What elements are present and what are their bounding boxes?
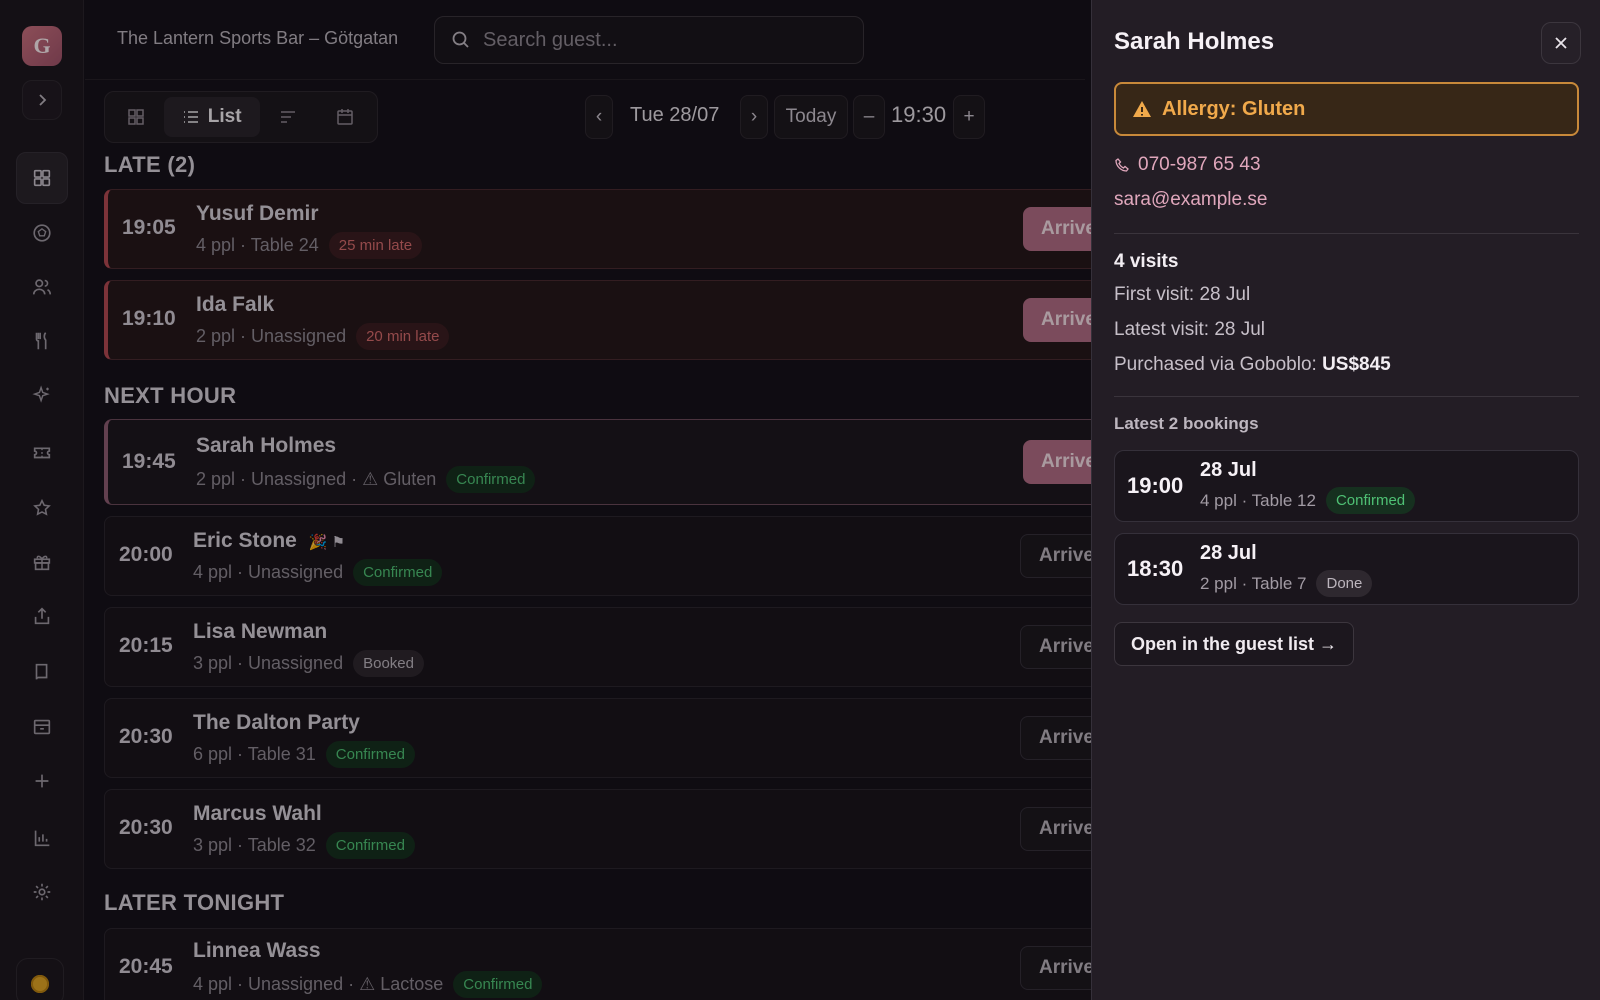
guest-detail-panel: Sarah Holmes Allergy: Gluten 070-987 65 … <box>1091 0 1600 1000</box>
history-time: 19:00 <box>1127 473 1184 498</box>
history-time: 18:30 <box>1127 556 1184 581</box>
divider <box>1114 396 1579 397</box>
allergy-text: Allergy: Gluten <box>1162 97 1306 120</box>
purchase-label: Purchased via Goboblo: <box>1114 354 1317 375</box>
history-date: 28 Jul <box>1200 459 1257 481</box>
history-date: 28 Jul <box>1200 542 1257 564</box>
email-link[interactable]: sara@example.se <box>1114 189 1267 211</box>
first-visit: First visit: 28 Jul <box>1114 284 1251 305</box>
guest-name: Sarah Holmes <box>1114 28 1275 55</box>
purchase-summary: Purchased via Goboblo: US$845 <box>1114 354 1391 376</box>
email-address: sara@example.se <box>1114 189 1268 210</box>
divider <box>1114 233 1579 234</box>
visit-count: 4 visits <box>1114 251 1179 272</box>
purchase-amount: US$845 <box>1322 354 1391 375</box>
phone-icon <box>1115 158 1129 172</box>
history-booking-card[interactable]: 19:00 28 Jul 4 ppl · Table 12 Confirmed <box>1114 450 1579 522</box>
open-guest-list-button[interactable]: Open in the guest list → <box>1114 622 1355 666</box>
latest-visit: Latest visit: 28 Jul <box>1114 319 1266 340</box>
backdrop-overlay[interactable] <box>0 0 1092 1000</box>
history-meta: 2 ppl · Table 7 Done <box>1200 570 1373 597</box>
history-booking-card[interactable]: 18:30 28 Jul 2 ppl · Table 7 Done <box>1114 533 1579 605</box>
history-meta: 4 ppl · Table 12 Confirmed <box>1200 487 1416 514</box>
allergy-alert: Allergy: Gluten <box>1114 82 1579 136</box>
history-details: 4 ppl · Table 12 <box>1200 490 1316 510</box>
close-panel-button[interactable] <box>1541 22 1581 64</box>
status-badge: Done <box>1316 570 1373 597</box>
history-details: 2 ppl · Table 7 <box>1200 573 1307 593</box>
phone-number: 070-987 65 43 <box>1138 154 1261 175</box>
close-icon <box>1555 37 1567 49</box>
warning-icon <box>1133 101 1151 117</box>
phone-link[interactable]: 070-987 65 43 <box>1114 154 1261 176</box>
latest-bookings-title: Latest 2 bookings <box>1114 414 1259 433</box>
status-badge: Confirmed <box>1325 487 1416 514</box>
